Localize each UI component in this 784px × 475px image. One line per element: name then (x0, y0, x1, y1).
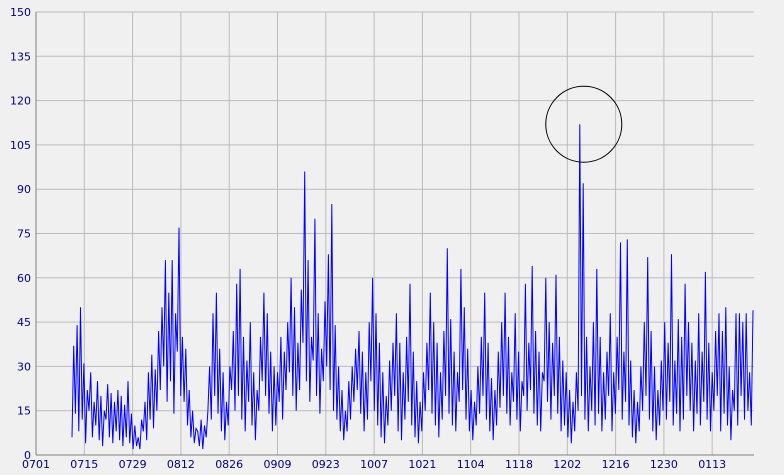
y-tick-label: 105 (10, 139, 31, 152)
y-axis: 0153045607590105120135150 (10, 6, 37, 462)
chart-container: 0 15 30 45 60 75 90 105 120 135 150 0701 0715 0729 08… (0, 0, 784, 471)
peak-highlight-circle (545, 85, 623, 163)
annotation-group (545, 85, 623, 163)
y-tick-label: 15 (17, 405, 31, 418)
x-tick-label: 1118 (505, 458, 533, 471)
x-tick-label: 0701 (22, 458, 50, 471)
x-tick-label: 0729 (119, 458, 147, 471)
y-tick-label: 90 (17, 183, 31, 196)
series-group (71, 124, 754, 450)
x-tick-label: 0826 (215, 458, 243, 471)
y-tick-label: 60 (17, 272, 31, 285)
x-tick-label: 1104 (457, 458, 485, 471)
x-tick-label: 0812 (167, 458, 195, 471)
y-tick-label: 150 (10, 6, 31, 19)
series-line (71, 124, 754, 450)
y-tick-label: 120 (10, 95, 31, 108)
x-tick-label: 1216 (602, 458, 630, 471)
x-tick-label: 0113 (698, 458, 726, 471)
x-tick-label: 0909 (264, 458, 292, 471)
line-chart: 0153045607590105120135150 0701 0715 0729 08… (10, 6, 754, 471)
y-tick-label: 45 (17, 316, 31, 329)
y-tick-label: 135 (10, 50, 31, 63)
x-tick-label: 1007 (360, 458, 388, 471)
x-axis: 0701 0715 0729 0812 0826 0909 0923 1007 1021 1104… (22, 454, 754, 471)
y-tick-label: 30 (17, 360, 31, 373)
x-tick-label: 1230 (650, 458, 678, 471)
y-tick-label: 75 (17, 228, 31, 241)
x-tick-label: 0923 (312, 458, 340, 471)
x-tick-label: 0715 (70, 458, 98, 471)
x-tick-label: 1202 (553, 458, 581, 471)
x-tick-label: 1021 (408, 458, 436, 471)
